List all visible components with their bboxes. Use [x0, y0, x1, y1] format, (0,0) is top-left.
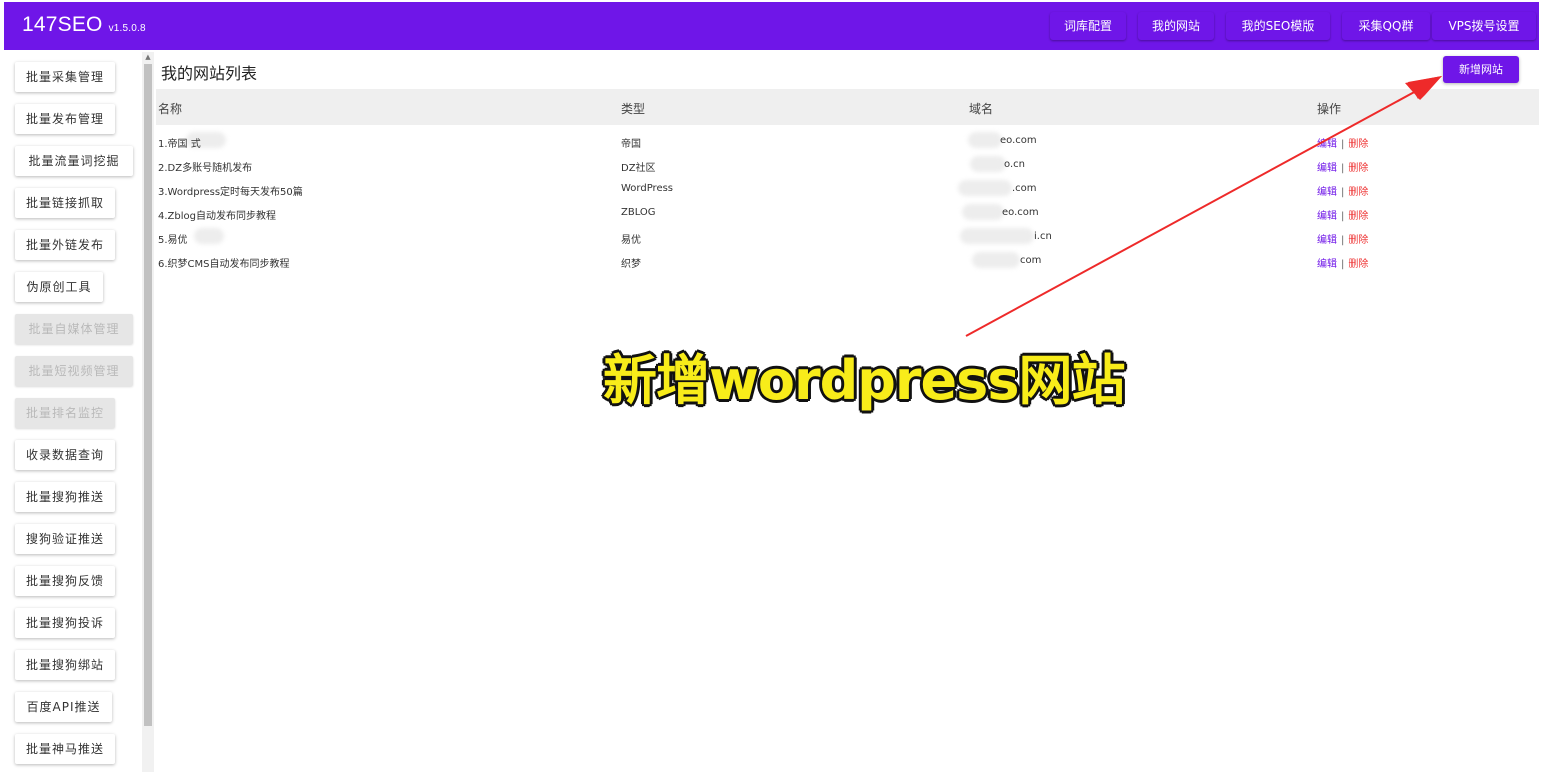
- edit-link[interactable]: 编辑: [1317, 235, 1337, 246]
- site-domain: o.cn: [1004, 159, 1025, 170]
- edit-link[interactable]: 编辑: [1317, 211, 1337, 222]
- column-header-name: 名称: [158, 102, 183, 116]
- column-header-domain: 域名: [969, 102, 994, 116]
- site-name: 2.DZ多账号随机发布: [158, 163, 253, 174]
- site-type: WordPress: [621, 183, 674, 194]
- site-type: 帝国: [621, 139, 641, 150]
- annotation-caption: 新增wordpress网站: [603, 349, 1125, 412]
- sidebar-item-index-query[interactable]: 收录数据查询: [15, 440, 115, 470]
- redaction-blur: [960, 228, 1034, 244]
- site-name: 4.Zblog自动发布同步教程: [158, 211, 276, 222]
- sidebar-item-self-media: 批量自媒体管理: [15, 314, 133, 344]
- row-actions: 编辑 | 删除: [1317, 183, 1368, 198]
- edit-link[interactable]: 编辑: [1317, 139, 1337, 150]
- site-type: ZBLOG: [621, 207, 656, 218]
- site-name: 1.帝国 式: [158, 139, 201, 150]
- action-separator: |: [1341, 235, 1345, 246]
- sidebar-item-batch-publish[interactable]: 批量发布管理: [15, 104, 115, 134]
- page-title: 我的网站列表: [161, 64, 258, 83]
- scroll-up-arrow-icon[interactable]: ▲: [142, 52, 154, 62]
- site-name: 5.易优: [158, 235, 188, 246]
- sidebar: 批量采集管理 批量发布管理 批量流量词挖掘 批量链接抓取 批量外链发布 伪原创工…: [4, 50, 154, 774]
- delete-link[interactable]: 删除: [1348, 163, 1368, 174]
- nav-my-websites-button[interactable]: 我的网站: [1138, 12, 1214, 40]
- add-website-button[interactable]: 新增网站: [1443, 56, 1519, 83]
- site-domain: eo.com: [1002, 207, 1039, 218]
- version-label: v1.5.0.8: [108, 23, 146, 34]
- sidebar-item-traffic-keyword[interactable]: 批量流量词挖掘: [15, 146, 133, 176]
- action-separator: |: [1341, 163, 1345, 174]
- site-name: 3.Wordpress定时每天发布50篇: [158, 187, 303, 198]
- site-domain: com: [1020, 255, 1042, 266]
- sidebar-item-backlink-publish[interactable]: 批量外链发布: [15, 230, 115, 260]
- sidebar-item-sogou-complaint[interactable]: 批量搜狗投诉: [15, 608, 115, 638]
- site-type: 易优: [621, 235, 641, 246]
- sidebar-item-shenma-push[interactable]: 批量神马推送: [15, 734, 115, 764]
- sidebar-item-rank-monitor: 批量排名监控: [15, 398, 115, 428]
- redaction-blur: [968, 132, 1002, 148]
- redaction-blur: [958, 180, 1012, 196]
- nav-vps-dial-button[interactable]: VPS拨号设置: [1432, 12, 1536, 40]
- row-actions: 编辑 | 删除: [1317, 207, 1368, 222]
- delete-link[interactable]: 删除: [1348, 187, 1368, 198]
- action-separator: |: [1341, 139, 1345, 150]
- site-domain: i.cn: [1034, 231, 1052, 242]
- row-actions: 编辑 | 删除: [1317, 135, 1368, 150]
- table-row: 5.易优 易优 i.cn 编辑 | 删除: [156, 226, 1539, 250]
- sidebar-item-sogou-bind[interactable]: 批量搜狗绑站: [15, 650, 115, 680]
- redaction-blur: [972, 252, 1020, 268]
- redaction-blur: [194, 228, 224, 244]
- table-row: 3.Wordpress定时每天发布50篇 WordPress .com 编辑 | 删…: [156, 178, 1539, 202]
- site-name: 6.织梦CMS自动发布同步教程: [158, 259, 290, 270]
- column-header-actions: 操作: [1317, 102, 1342, 116]
- row-actions: 编辑 | 删除: [1317, 231, 1368, 246]
- sidebar-item-sogou-verify-push[interactable]: 搜狗验证推送: [15, 524, 115, 554]
- table-row: 1.帝国 式 帝国 eo.com 编辑 | 删除: [156, 130, 1539, 154]
- edit-link[interactable]: 编辑: [1317, 187, 1337, 198]
- site-type: DZ社区: [621, 163, 656, 174]
- sidebar-scrollbar-thumb[interactable]: [144, 64, 152, 726]
- delete-link[interactable]: 删除: [1348, 235, 1368, 246]
- row-actions: 编辑 | 删除: [1317, 255, 1368, 270]
- app-brand: 147SEO v1.5.0.8: [22, 13, 146, 37]
- table-row: 4.Zblog自动发布同步教程 ZBLOG eo.com 编辑 | 删除: [156, 202, 1539, 226]
- delete-link[interactable]: 删除: [1348, 211, 1368, 222]
- sidebar-item-batch-collect[interactable]: 批量采集管理: [15, 62, 115, 92]
- redaction-blur: [970, 156, 1006, 172]
- edit-link[interactable]: 编辑: [1317, 163, 1337, 174]
- nav-seo-template-button[interactable]: 我的SEO模版: [1226, 12, 1330, 40]
- action-separator: |: [1341, 211, 1345, 222]
- sidebar-item-link-crawl[interactable]: 批量链接抓取: [15, 188, 115, 218]
- action-separator: |: [1341, 187, 1345, 198]
- site-domain: eo.com: [1000, 135, 1037, 146]
- top-header: 147SEO v1.5.0.8 词库配置 我的网站 我的SEO模版 采集QQ群 V…: [4, 2, 1539, 50]
- table-header: 名称 类型 域名 操作: [156, 89, 1539, 125]
- table-row: 6.织梦CMS自动发布同步教程 织梦 com 编辑 | 删除: [156, 250, 1539, 274]
- sidebar-item-baidu-api-push[interactable]: 百度API推送: [15, 692, 112, 722]
- site-domain: .com: [1012, 183, 1037, 194]
- edit-link[interactable]: 编辑: [1317, 259, 1337, 270]
- site-type: 织梦: [621, 259, 641, 270]
- nav-qq-group-button[interactable]: 采集QQ群: [1342, 12, 1430, 40]
- row-actions: 编辑 | 删除: [1317, 159, 1368, 174]
- delete-link[interactable]: 删除: [1348, 259, 1368, 270]
- sidebar-item-sogou-push[interactable]: 批量搜狗推送: [15, 482, 115, 512]
- nav-lexicon-config-button[interactable]: 词库配置: [1050, 12, 1126, 40]
- brand-name: 147SEO: [22, 13, 103, 36]
- delete-link[interactable]: 删除: [1348, 139, 1368, 150]
- table-row: 2.DZ多账号随机发布 DZ社区 o.cn 编辑 | 删除: [156, 154, 1539, 178]
- sidebar-item-pseudo-original[interactable]: 伪原创工具: [15, 272, 103, 302]
- sidebar-item-short-video: 批量短视频管理: [15, 356, 133, 386]
- column-header-type: 类型: [621, 102, 646, 116]
- action-separator: |: [1341, 259, 1345, 270]
- redaction-blur: [962, 204, 1004, 220]
- sidebar-item-sogou-feedback[interactable]: 批量搜狗反馈: [15, 566, 115, 596]
